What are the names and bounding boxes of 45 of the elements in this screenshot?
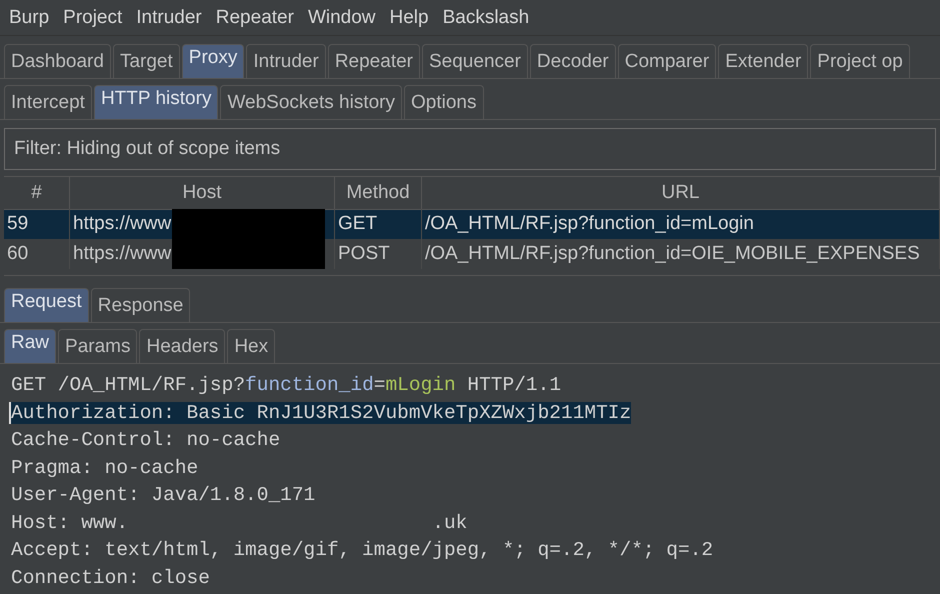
tab[interactable]: HTTP history <box>94 85 218 119</box>
menu-item[interactable]: Burp <box>2 6 56 28</box>
tab[interactable]: Extender <box>718 44 808 78</box>
table-cell-text: https://www <box>72 242 172 266</box>
menu-item[interactable]: Help <box>382 6 436 28</box>
request-line: Accept: text/html, image/gif, image/jpeg, *; q=.2, */*; q=.2 <box>11 539 714 561</box>
request-line: GET /OA_HTML/RF.jsp?function_id=mLogin HTTP/1.1 <box>11 374 562 396</box>
tab[interactable]: Options <box>404 85 484 119</box>
table-cell: POST <box>335 239 422 269</box>
request-line: Host: www. .uk <box>11 512 468 534</box>
menu-item[interactable]: Intruder <box>129 6 209 28</box>
table-cell-text: https://www <box>72 212 172 236</box>
menu-item[interactable]: Backslash <box>436 6 536 28</box>
tab[interactable]: Project op <box>810 44 910 78</box>
tab[interactable]: WebSockets history <box>220 85 402 119</box>
tab[interactable]: Proxy <box>182 44 244 78</box>
request-line: User-Agent: Java/1.8.0_171 <box>11 484 316 506</box>
tab[interactable]: Repeater <box>328 44 420 78</box>
tab[interactable]: Response <box>90 288 190 322</box>
tab[interactable]: Headers <box>139 329 226 363</box>
table-cell: /OA_HTML/RF.jsp?function_id=mLogin <box>422 209 940 239</box>
tab[interactable]: Decoder <box>530 44 616 78</box>
request-line: Connection: close <box>11 566 210 588</box>
tab[interactable]: Dashboard <box>4 44 111 78</box>
table-cell: GET <box>335 209 422 239</box>
request-line: Pragma: no-cache <box>11 456 198 478</box>
filter-bar[interactable]: Filter: Hiding out of scope items <box>4 128 936 170</box>
table-row[interactable]: 59 https://www GET /OA_HTML/RF.jsp?function_id=mLogin <box>4 209 940 239</box>
tab[interactable]: Request <box>4 288 89 322</box>
tab[interactable]: Raw <box>4 329 56 363</box>
table-cell: 59 <box>4 209 70 239</box>
tab[interactable]: Intercept <box>4 85 92 119</box>
tab[interactable]: Comparer <box>618 44 716 78</box>
tab[interactable]: Sequencer <box>422 44 528 78</box>
table-cell: 60 <box>4 239 70 269</box>
tab[interactable]: Params <box>58 329 138 363</box>
request-line: Cache-Control: no-cache <box>11 429 280 451</box>
menu-item[interactable]: Project <box>56 6 130 28</box>
tab[interactable]: Target <box>112 44 180 78</box>
tab[interactable]: Hex <box>227 329 276 363</box>
menu-item[interactable]: Repeater <box>208 6 301 28</box>
menu-item[interactable]: Window <box>300 6 383 28</box>
table-row[interactable]: 60 https://www POST /OA_HTML/RF.jsp?function_id=OIE_MOBILE_EXPENSES <box>4 239 940 269</box>
table-cell: /OA_HTML/RF.jsp?function_id=OIE_MOBILE_EXPENSES <box>422 239 940 269</box>
tab[interactable]: Intruder <box>246 44 326 78</box>
